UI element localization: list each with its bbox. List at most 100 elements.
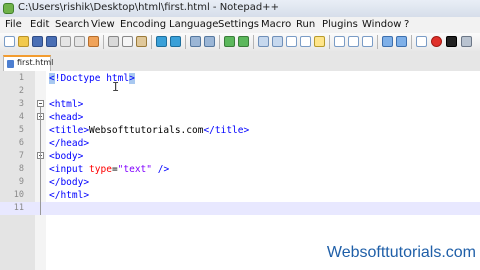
line-number: 9	[18, 177, 24, 187]
sync-vertical-icon[interactable]	[258, 36, 269, 47]
menu-encoding[interactable]: Encoding	[120, 19, 166, 30]
fold-guide	[40, 107, 41, 215]
code-token: />	[152, 164, 170, 175]
code-token: "text"	[117, 164, 152, 175]
line-number: 1	[18, 73, 24, 83]
monitoring-icon[interactable]	[382, 36, 393, 47]
code-text: <!Doctype html>	[49, 72, 135, 85]
menu-language[interactable]: Language	[169, 19, 218, 30]
code-token: <title>	[49, 125, 90, 136]
word-wrap-icon[interactable]	[286, 36, 297, 47]
function-list-icon[interactable]	[348, 36, 359, 47]
toolbar-separator	[151, 35, 152, 49]
playback-icon[interactable]	[461, 36, 472, 47]
code-line: 9 </body>	[0, 176, 480, 189]
print-icon[interactable]	[88, 36, 99, 47]
replace-icon[interactable]	[204, 36, 215, 47]
line-number: 7	[18, 151, 24, 161]
code-token: </head>	[49, 138, 90, 149]
code-token: </title>	[203, 125, 250, 136]
menu-plugins[interactable]: Plugins	[322, 19, 358, 30]
panel-icon[interactable]	[396, 36, 407, 47]
menu-help[interactable]: ?	[404, 19, 409, 30]
toolbar-separator	[219, 35, 220, 49]
line-number: 3	[18, 99, 24, 109]
toolbar-separator	[377, 35, 378, 49]
menu-run[interactable]: Run	[296, 19, 315, 30]
code-token: type	[89, 164, 112, 175]
menu-bar: File Edit Search View Encoding Language …	[0, 17, 480, 34]
save-icon[interactable]	[32, 36, 43, 47]
code-text: </head>	[49, 137, 89, 150]
menu-search[interactable]: Search	[55, 19, 89, 30]
notepad-plus-plus-icon	[3, 3, 14, 14]
line-number: 6	[18, 138, 24, 148]
find-icon[interactable]	[190, 36, 201, 47]
menu-macro[interactable]: Macro	[261, 19, 291, 30]
code-line: 5 <title>Websofttutorials.com</title>	[0, 124, 480, 137]
toolbar-separator	[253, 35, 254, 49]
zoom-in-icon[interactable]	[224, 36, 235, 47]
line-number: 8	[18, 164, 24, 174]
code-token: <head>	[49, 112, 84, 123]
menu-edit[interactable]: Edit	[30, 19, 49, 30]
menu-view[interactable]: View	[91, 19, 115, 30]
open-folder-icon[interactable]	[18, 36, 29, 47]
fold-toggle-icon[interactable]	[37, 100, 44, 107]
code-token: </body>	[49, 177, 90, 188]
menu-file[interactable]: File	[5, 19, 22, 30]
record-macro-icon[interactable]	[416, 36, 427, 47]
sync-horizontal-icon[interactable]	[272, 36, 283, 47]
record-icon[interactable]	[431, 36, 442, 47]
cut-icon[interactable]	[108, 36, 119, 47]
folder-as-workspace-icon[interactable]	[362, 36, 373, 47]
tab-first-html[interactable]: first.html	[3, 55, 53, 71]
close-icon[interactable]	[60, 36, 71, 47]
line-number: 4	[18, 112, 24, 122]
toolbar-separator	[103, 35, 104, 49]
stop-recording-icon[interactable]	[446, 36, 457, 47]
line-number: 11	[13, 203, 24, 213]
code-token: <input	[49, 164, 90, 175]
indent-guide-icon[interactable]	[314, 36, 325, 47]
code-editor[interactable]: 1 <!Doctype html> 2 3 <html> 4 <head> 5 …	[0, 71, 480, 270]
line-number: 5	[18, 125, 24, 135]
tab-bar: first.html	[0, 51, 480, 72]
toolbar	[0, 33, 480, 52]
redo-icon[interactable]	[170, 36, 181, 47]
menu-window[interactable]: Window	[362, 19, 401, 30]
code-line: 6 </head>	[0, 137, 480, 150]
current-code-line: 11	[0, 202, 480, 215]
code-text: </html>	[49, 189, 89, 202]
close-all-icon[interactable]	[74, 36, 85, 47]
code-line: 2	[0, 85, 480, 98]
code-text: </body>	[49, 176, 89, 189]
zoom-out-icon[interactable]	[238, 36, 249, 47]
show-all-characters-icon[interactable]	[300, 36, 311, 47]
code-line: 1 <!Doctype html>	[0, 72, 480, 85]
undo-icon[interactable]	[156, 36, 167, 47]
save-all-icon[interactable]	[46, 36, 57, 47]
code-text: <head>	[49, 111, 83, 124]
code-text: <input type="text" />	[49, 163, 169, 176]
code-token: </html>	[49, 190, 90, 201]
code-token: <html>	[49, 99, 84, 110]
title-bar: C:\Users\rishik\Desktop\html\first.html …	[0, 0, 480, 18]
code-text: <html>	[49, 98, 83, 111]
line-number: 10	[13, 190, 24, 200]
document-map-icon[interactable]	[334, 36, 345, 47]
copy-icon[interactable]	[122, 36, 133, 47]
code-text: <title>Websofttutorials.com</title>	[49, 124, 249, 137]
watermark: Websofttutorials.com	[326, 244, 476, 261]
toolbar-separator	[411, 35, 412, 49]
toolbar-separator	[185, 35, 186, 49]
paste-icon[interactable]	[136, 36, 147, 47]
code-token: Websofttutorials.com	[89, 125, 204, 136]
window-title: C:\Users\rishik\Desktop\html\first.html …	[18, 2, 279, 13]
code-token: >	[129, 73, 135, 84]
new-file-icon[interactable]	[4, 36, 15, 47]
code-line: 7 <body>	[0, 150, 480, 163]
menu-settings[interactable]: Settings	[218, 19, 259, 30]
mouse-cursor: I	[112, 80, 120, 94]
code-text: <body>	[49, 150, 83, 163]
